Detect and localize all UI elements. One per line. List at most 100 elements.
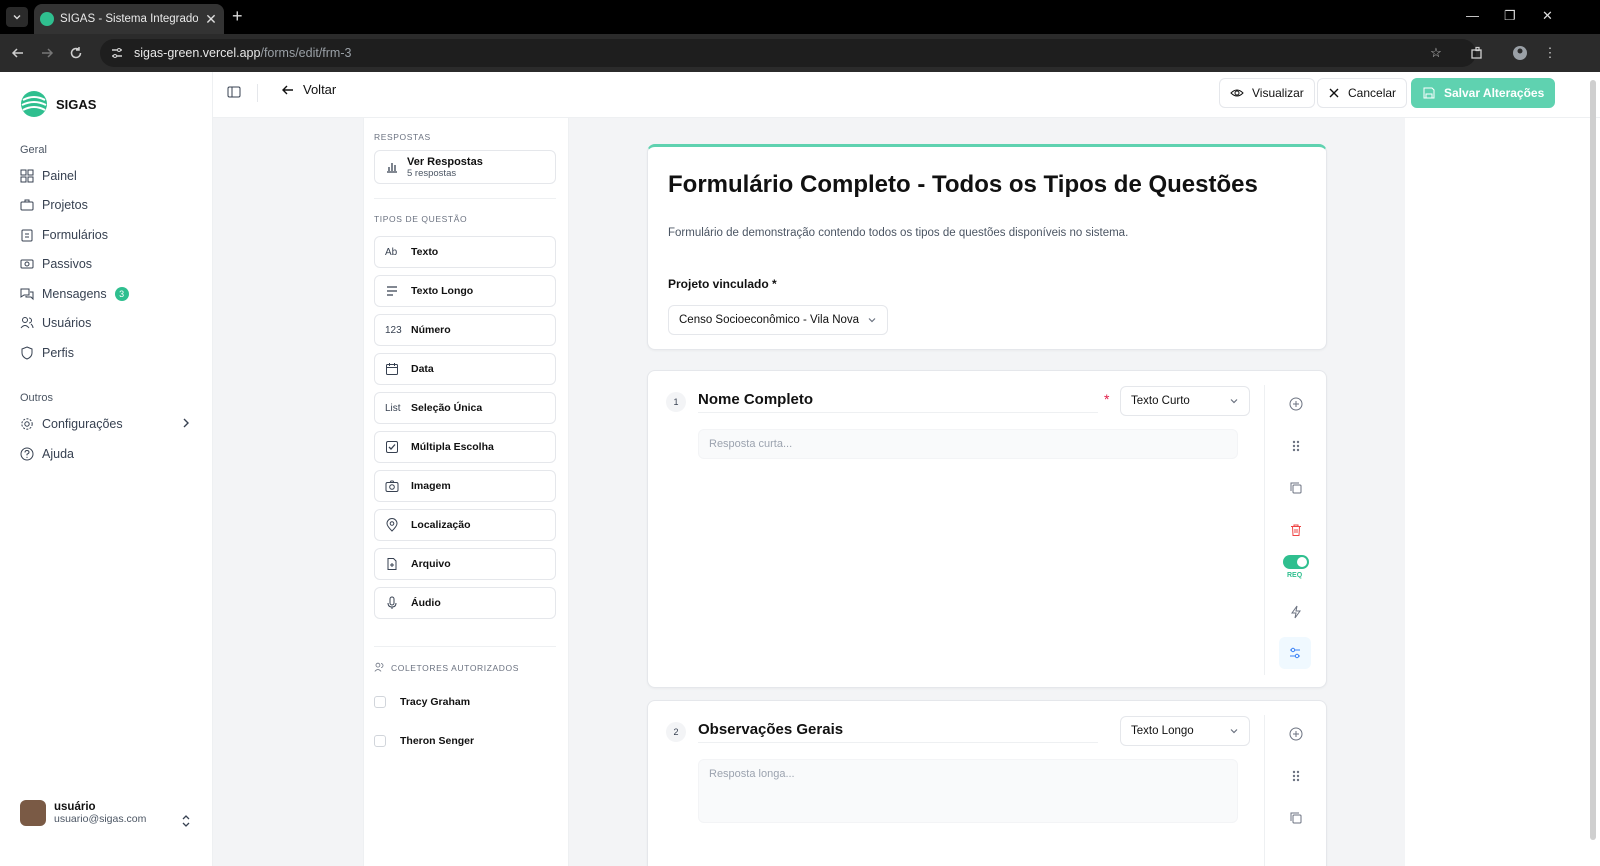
lightning-icon[interactable] xyxy=(1287,603,1305,621)
drag-handle-icon[interactable] xyxy=(1287,767,1305,785)
collector-checkbox[interactable] xyxy=(374,735,386,747)
sidebar-item-label: Configurações xyxy=(42,417,123,431)
sidebar-item-label: Passivos xyxy=(42,257,93,271)
question-card: 2 Observações Gerais Texto Longo Respost… xyxy=(647,700,1327,866)
question-type-select[interactable]: Texto Longo xyxy=(1120,716,1250,746)
sidebar-item-label: Ajuda xyxy=(42,447,74,461)
qtype-label: Múltipla Escolha xyxy=(411,441,494,453)
close-icon xyxy=(1329,88,1339,98)
sidebar-item-ajuda[interactable]: Ajuda xyxy=(20,444,74,464)
duplicate-icon[interactable] xyxy=(1287,479,1305,497)
new-tab-button[interactable]: + xyxy=(232,7,243,25)
site-info-icon[interactable] xyxy=(110,46,124,60)
preview-button[interactable]: Visualizar xyxy=(1219,78,1315,108)
view-responses-button[interactable]: Ver Respostas 5 respostas xyxy=(374,150,556,184)
qtype-audio[interactable]: Áudio xyxy=(374,587,556,619)
user-email: usuario@sigas.com xyxy=(54,813,147,825)
address-bar[interactable]: sigas-green.vercel.app/forms/edit/frm-3 xyxy=(100,39,1476,67)
unread-badge: 3 xyxy=(114,287,129,301)
close-icon[interactable]: ✕ xyxy=(204,11,218,28)
divider xyxy=(374,646,556,647)
preview-label: Visualizar xyxy=(1252,86,1304,100)
qtype-label: Número xyxy=(411,324,451,336)
chevron-down-icon xyxy=(13,15,21,20)
required-marker: * xyxy=(1104,391,1110,407)
qtype-texto[interactable]: Ab Texto xyxy=(374,236,556,268)
list-icon: List xyxy=(385,402,401,414)
qtype-numero[interactable]: 123 Número xyxy=(374,314,556,346)
question-title[interactable]: Observações Gerais xyxy=(698,721,1098,743)
users-icon xyxy=(374,662,384,672)
chevrons-up-down-icon[interactable] xyxy=(180,814,192,828)
camera-icon xyxy=(385,479,401,493)
add-question-icon[interactable] xyxy=(1287,725,1305,743)
more-menu-icon[interactable]: ⋮ xyxy=(1540,43,1560,63)
forward-arrow-icon[interactable] xyxy=(37,43,57,63)
question-palette: RESPOSTAS Ver Respostas 5 respostas TIPO… xyxy=(363,118,569,866)
extensions-icon[interactable] xyxy=(1467,43,1487,63)
page-scrollbar[interactable] xyxy=(1590,80,1596,840)
save-label: Salvar Alterações xyxy=(1444,86,1545,100)
arrow-left-icon xyxy=(282,85,293,94)
form-description[interactable]: Formulário de demonstração contendo todo… xyxy=(668,227,1128,239)
restore-icon[interactable]: ❐ xyxy=(1504,8,1516,24)
close-window-icon[interactable]: ✕ xyxy=(1542,8,1553,24)
gear-icon xyxy=(21,418,33,430)
duplicate-icon[interactable] xyxy=(1287,809,1305,827)
drag-handle-icon[interactable] xyxy=(1287,437,1305,455)
add-question-icon[interactable] xyxy=(1287,395,1305,413)
settings-sliders-icon[interactable] xyxy=(1279,637,1311,669)
brand-name: SIGAS xyxy=(56,96,97,112)
user-menu[interactable]: usuário usuario@sigas.com xyxy=(20,800,146,826)
back-button[interactable]: Voltar xyxy=(281,82,336,97)
text-ab-icon: Ab xyxy=(385,246,398,258)
grid-icon xyxy=(20,169,34,183)
cancel-button[interactable]: Cancelar xyxy=(1317,78,1408,108)
question-type-select[interactable]: Texto Curto xyxy=(1120,386,1250,416)
question-title[interactable]: Nome Completo xyxy=(698,391,1098,413)
messages-icon xyxy=(20,288,34,301)
required-toggle[interactable] xyxy=(1283,555,1309,569)
qtype-texto-longo[interactable]: Texto Longo xyxy=(374,275,556,307)
collector-item[interactable]: Tracy Graham xyxy=(374,696,470,708)
project-select[interactable]: Censo Socioeconômico - Vila Nova xyxy=(668,305,889,335)
sidebar-item-configuracoes[interactable]: Configurações xyxy=(20,414,123,434)
sidebar-item-projetos[interactable]: Projetos xyxy=(20,195,88,215)
qtype-imagem[interactable]: Imagem xyxy=(374,470,556,502)
sidebar-item-label: Usuários xyxy=(42,316,92,330)
sidebar-item-formularios[interactable]: Formulários xyxy=(20,225,108,245)
trash-icon[interactable] xyxy=(1287,521,1305,539)
profile-icon[interactable] xyxy=(1510,43,1530,63)
collector-checkbox[interactable] xyxy=(374,696,386,708)
sidebar-item-painel[interactable]: Painel xyxy=(20,166,77,186)
browser-tab[interactable]: SIGAS - Sistema Integrado de G ✕ xyxy=(34,4,224,34)
url-text: sigas-green.vercel.app/forms/edit/frm-3 xyxy=(134,46,352,60)
qtype-data[interactable]: Data xyxy=(374,353,556,385)
tab-search-button[interactable] xyxy=(6,7,28,27)
qtype-selecao-unica[interactable]: List Seleção Única xyxy=(374,392,556,424)
required-toggle-label: REQ xyxy=(1287,572,1303,579)
save-button[interactable]: Salvar Alterações xyxy=(1411,78,1556,108)
back-arrow-icon[interactable] xyxy=(8,43,28,63)
qtype-arquivo[interactable]: Arquivo xyxy=(374,548,556,580)
sidebar-item-perfis[interactable]: Perfis xyxy=(20,343,74,363)
reload-icon[interactable] xyxy=(66,43,86,63)
sidebar-item-passivos[interactable]: Passivos xyxy=(20,254,92,274)
form-header-card: Formulário Completo - Todos os Tipos de … xyxy=(647,144,1327,350)
brand[interactable]: SIGAS xyxy=(20,90,96,118)
chevron-right-icon[interactable] xyxy=(180,416,192,430)
minimize-icon[interactable]: — xyxy=(1466,8,1479,23)
sidebar-item-label: Formulários xyxy=(42,228,108,242)
checkbox-icon xyxy=(385,440,401,454)
collector-name: Tracy Graham xyxy=(400,696,471,708)
sidebar-item-mensagens[interactable]: Mensagens 3 xyxy=(20,284,129,304)
qtype-localizacao[interactable]: Localização xyxy=(374,509,556,541)
collector-item[interactable]: Theron Senger xyxy=(374,735,474,747)
form-title[interactable]: Formulário Completo - Todos os Tipos de … xyxy=(668,171,1258,199)
sidebar-toggle-icon[interactable] xyxy=(227,85,241,99)
chevron-down-icon xyxy=(1230,729,1238,734)
bookmark-star-icon[interactable]: ☆ xyxy=(1426,43,1446,63)
sidebar-item-usuarios[interactable]: Usuários xyxy=(20,313,91,333)
number-icon: 123 xyxy=(385,324,402,336)
qtype-multipla-escolha[interactable]: Múltipla Escolha xyxy=(374,431,556,463)
